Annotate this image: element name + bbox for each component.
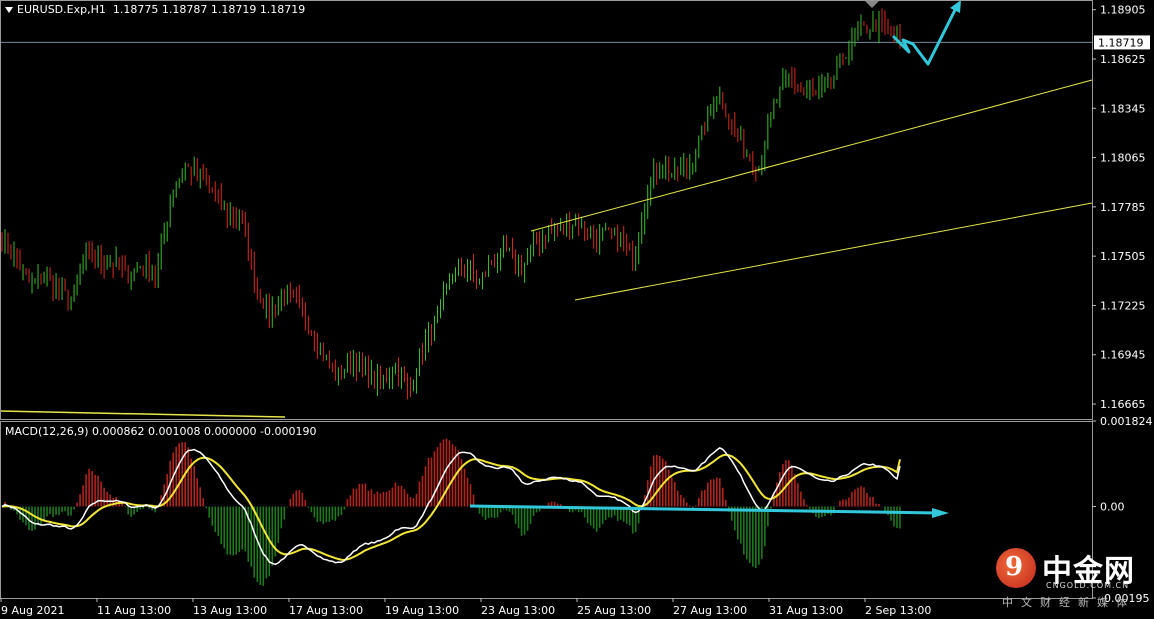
price-tick-label: 1.18345 — [1100, 102, 1146, 115]
symbol-label: EURUSD.Exp,H1 — [17, 3, 106, 16]
macd-panel-frame — [0, 421, 1093, 599]
time-tick-label: 19 Aug 13:00 — [385, 604, 459, 617]
cngold-logo-icon: 9 — [996, 548, 1036, 588]
price-tick-label: 1.18905 — [1100, 4, 1146, 17]
price-tick-label: 1.17785 — [1100, 201, 1146, 214]
watermark-site: CNGOLD.COM.CN — [1046, 581, 1130, 590]
time-tick-label: 25 Aug 13:00 — [577, 604, 651, 617]
axes: 1.18905 1.18625 1.18345 1.18065 1.17785 1.175… — [0, 0, 1153, 617]
price-tick-label: 1.17225 — [1100, 299, 1146, 312]
macd-line — [1, 447, 901, 566]
old-trend-line — [0, 410, 286, 418]
dropdown-triangle-icon[interactable] — [5, 7, 13, 13]
macd-panel[interactable] — [1, 438, 949, 586]
watermark: 9 中金网 CNGOLD.COM.CN 中文财经新媒体 — [996, 546, 1146, 609]
channel-upper-line — [530, 79, 1093, 232]
time-tick-label: 9 Aug 2021 — [1, 604, 64, 617]
price-tick-label: 1.17505 — [1100, 250, 1146, 263]
shift-marker-icon — [864, 0, 880, 8]
price-tick-label: 1.18065 — [1100, 152, 1146, 165]
chart-header: EURUSD.Exp,H1 1.18775 1.18787 1.18719 1.… — [5, 3, 305, 16]
macd-tick-label: 0.00 — [1100, 501, 1125, 514]
macd-header: MACD(12,26,9) 0.000862 0.001008 0.000000… — [5, 425, 317, 438]
time-tick-label: 11 Aug 13:00 — [97, 604, 171, 617]
projection-arrow — [891, 5, 959, 66]
time-tick-label: 17 Aug 13:00 — [289, 604, 363, 617]
macd-tick-label: 0.001824 — [1100, 415, 1153, 428]
time-tick-label: 27 Aug 13:00 — [673, 604, 747, 617]
time-tick-label: 13 Aug 13:00 — [193, 604, 267, 617]
trading-chart[interactable]: 1.18905 1.18625 1.18345 1.18065 1.17785 1.175… — [0, 0, 1154, 619]
price-tick-label: 1.16665 — [1100, 398, 1146, 411]
price-tick-label: 1.18625 — [1100, 53, 1146, 66]
ohlc-values: 1.18775 1.18787 1.18719 1.18719 — [112, 3, 306, 16]
time-tick-label: 2 Sep 13:00 — [865, 604, 931, 617]
watermark-tagline: 中文财经新媒体 — [1002, 596, 1135, 609]
time-tick-label: 31 Aug 13:00 — [769, 604, 843, 617]
current-price-label: 1.18719 — [1098, 36, 1144, 49]
macd-arrowhead-icon — [932, 508, 949, 518]
price-panel[interactable] — [0, 0, 1093, 418]
channel-lower-line — [574, 202, 1093, 301]
price-tick-label: 1.16945 — [1100, 349, 1146, 362]
time-tick-label: 23 Aug 13:00 — [481, 604, 555, 617]
